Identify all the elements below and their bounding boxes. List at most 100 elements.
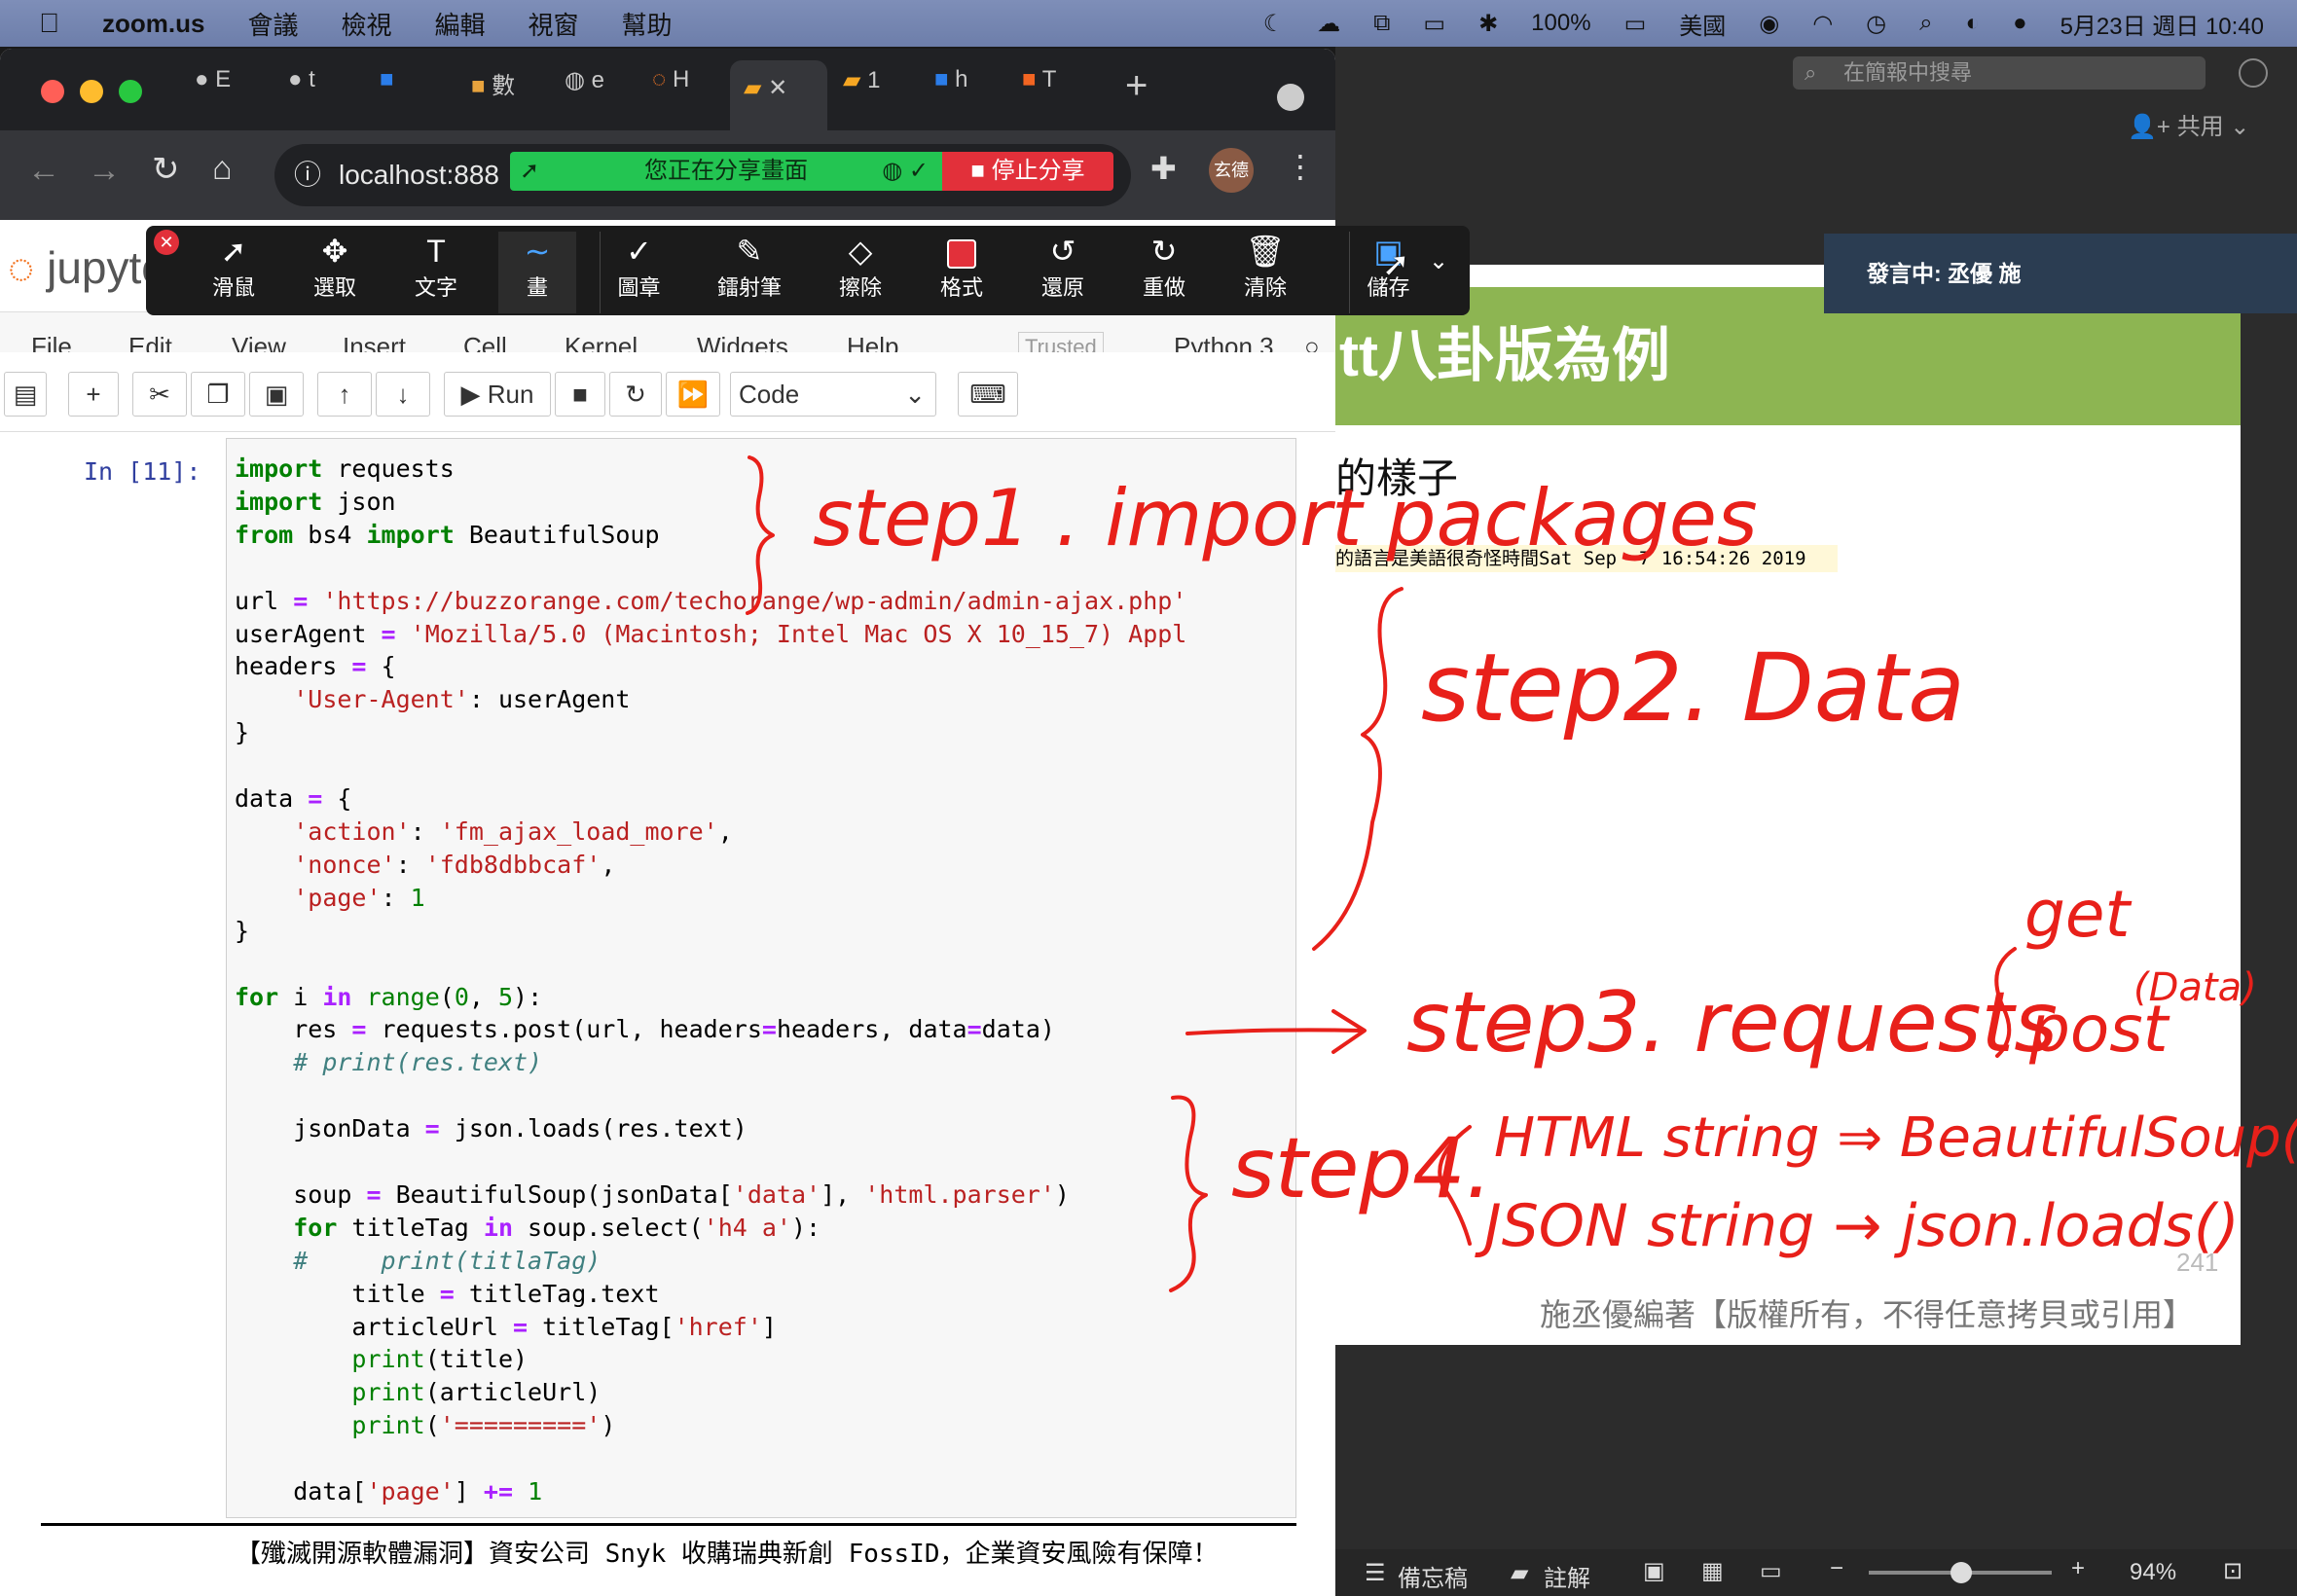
- tab-book[interactable]: ▰ 1: [843, 66, 911, 125]
- run-all-button[interactable]: ⏩: [666, 372, 720, 417]
- arrow-icon: ➚: [520, 158, 540, 184]
- stop-button[interactable]: ■: [555, 372, 605, 417]
- tab-globe[interactable]: ◍ e: [565, 66, 633, 125]
- command-palette-button[interactable]: ⌨: [958, 372, 1018, 417]
- siri-icon[interactable]: ●: [2013, 10, 2027, 37]
- zoom-percent[interactable]: 94%: [2130, 1559, 2176, 1586]
- screens-icon[interactable]: ⧉: [1373, 10, 1390, 37]
- tab-to[interactable]: ■ T: [1022, 66, 1090, 125]
- close-window-icon[interactable]: [41, 80, 64, 103]
- bluetooth-icon[interactable]: ✱: [1478, 10, 1498, 38]
- zoom-out-icon[interactable]: −: [1830, 1555, 1843, 1582]
- close-tab-icon[interactable]: ✕: [768, 75, 787, 101]
- battery-percent[interactable]: 100%: [1531, 10, 1590, 37]
- tab-jupyter[interactable]: ◌ H: [652, 66, 720, 125]
- search-icon[interactable]: ⌕: [1919, 10, 1932, 37]
- tool-format[interactable]: 格式: [923, 232, 1001, 313]
- copy-icon: ❐: [206, 380, 230, 409]
- minimize-window-icon[interactable]: [80, 80, 103, 103]
- new-tab-icon[interactable]: +: [1125, 64, 1148, 108]
- menu-meeting[interactable]: 會議: [247, 6, 298, 42]
- tool-stamp[interactable]: ✓ 圖章: [600, 232, 677, 313]
- speaker-indicator: 發言中: 丞優 施: [1824, 234, 2297, 313]
- paste-button[interactable]: ▣: [249, 372, 304, 417]
- comments-icon[interactable]: ▰: [1511, 1559, 1528, 1587]
- share-status[interactable]: ➚ 您正在分享畫面 ◍ ✓: [510, 152, 942, 191]
- slide: [1335, 265, 2241, 1345]
- menu-view[interactable]: 檢視: [341, 6, 391, 42]
- tab-search-icon[interactable]: [1277, 84, 1304, 111]
- comments-button[interactable]: 註解: [1544, 1559, 1590, 1593]
- back-icon[interactable]: ←: [27, 152, 60, 190]
- slide-search-input[interactable]: ⌕ 在簡報中搜尋: [1793, 56, 2206, 90]
- zoom-in-icon[interactable]: +: [2071, 1555, 2085, 1582]
- presenter-icon[interactable]: ▭: [1760, 1557, 1782, 1585]
- tool-undo[interactable]: ↺ 還原: [1024, 232, 1102, 313]
- slide-heading: 的樣子: [1335, 455, 1459, 501]
- share-label: 共用: [2176, 114, 2224, 140]
- forward-icon[interactable]: →: [88, 152, 121, 190]
- tool-clear[interactable]: 🗑 清除: [1226, 232, 1304, 313]
- notes-icon[interactable]: ☰: [1365, 1559, 1386, 1587]
- browser-menu-icon[interactable]: ⋮: [1285, 148, 1316, 185]
- share-menu[interactable]: 👤+ 共用 ⌄: [2128, 107, 2249, 141]
- tool-select[interactable]: ✥ 選取: [296, 232, 374, 313]
- zoom-slider-knob[interactable]: [1951, 1562, 1972, 1583]
- save-button[interactable]: ▤: [4, 372, 47, 417]
- tool-mouse[interactable]: ➚ 滑鼠: [195, 232, 273, 313]
- cloud-icon[interactable]: ☁: [1317, 10, 1340, 38]
- move-down-button[interactable]: ↓: [376, 372, 430, 417]
- eraser-icon: ◇: [848, 234, 873, 269]
- moon-icon[interactable]: ☾: [1263, 10, 1285, 38]
- input-source[interactable]: 美國: [1679, 7, 1726, 41]
- tool-text[interactable]: T 文字: [397, 232, 475, 313]
- smile-icon[interactable]: [2239, 58, 2268, 88]
- tab-box[interactable]: ■ 數: [471, 66, 539, 125]
- tab-active[interactable]: ▰ ✕: [730, 60, 827, 130]
- control-center-icon[interactable]: ◐: [1966, 10, 1981, 37]
- display-icon[interactable]: ▭: [1423, 10, 1445, 38]
- tool-spotlight[interactable]: ✎ 鐳射筆: [711, 232, 788, 313]
- insert-cell-button[interactable]: +: [68, 372, 119, 417]
- restart-icon: ↻: [625, 380, 646, 409]
- extensions-icon[interactable]: ✚: [1150, 150, 1177, 187]
- timemachine-icon[interactable]: ◷: [1866, 10, 1886, 38]
- cell-type-select[interactable]: Code ⌄: [730, 372, 936, 417]
- grid-view-icon[interactable]: ▦: [1701, 1557, 1724, 1585]
- maximize-window-icon[interactable]: [119, 80, 142, 103]
- move-up-button[interactable]: ↑: [317, 372, 372, 417]
- home-icon[interactable]: ⌂: [212, 150, 233, 188]
- chevron-down-icon[interactable]: ⌄: [1429, 247, 1448, 275]
- code-editor[interactable]: import requests import json from bs4 imp…: [235, 453, 1186, 1508]
- normal-view-icon[interactable]: ▣: [1643, 1557, 1665, 1585]
- tab-github-1[interactable]: ● E: [195, 66, 263, 125]
- fit-icon[interactable]: ⊡: [2223, 1557, 2242, 1585]
- clock[interactable]: 5月23日 週日 10:40: [2060, 7, 2264, 41]
- notes-button[interactable]: 備忘稿: [1398, 1559, 1468, 1593]
- copy-button[interactable]: ❐: [191, 372, 245, 417]
- apple-icon[interactable]: : [39, 8, 59, 39]
- user-icon[interactable]: ◉: [1759, 10, 1779, 38]
- tab-h[interactable]: ■ h: [934, 66, 1003, 125]
- tab-github-2[interactable]: ● t: [288, 66, 356, 125]
- tool-draw[interactable]: ∼ 畫: [498, 232, 576, 313]
- run-button[interactable]: ▶ Run: [444, 372, 551, 417]
- close-annotation-icon[interactable]: ✕: [154, 230, 179, 255]
- slide-footer: 施丞優編著【版權所有，不得任意拷貝或引用】: [1540, 1297, 2195, 1332]
- tool-redo[interactable]: ↻ 重做: [1125, 232, 1203, 313]
- tool-eraser[interactable]: ◇ 擦除: [821, 232, 899, 313]
- battery-icon[interactable]: ▭: [1624, 10, 1647, 38]
- menu-help[interactable]: 幫助: [622, 6, 673, 42]
- wifi-icon[interactable]: ◠: [1812, 10, 1833, 38]
- avatar[interactable]: 玄德: [1209, 148, 1254, 193]
- app-menu[interactable]: zoom.us: [102, 9, 204, 39]
- stop-share-button[interactable]: ■ 停止分享: [942, 152, 1113, 191]
- menu-window[interactable]: 視窗: [529, 6, 579, 42]
- cut-button[interactable]: ✂: [132, 372, 187, 417]
- restart-button[interactable]: ↻: [609, 372, 662, 417]
- menu-edit[interactable]: 編輯: [434, 6, 485, 42]
- text-icon: T: [426, 234, 446, 269]
- zoom-slider[interactable]: [1869, 1562, 2052, 1583]
- tab-blue[interactable]: ■: [380, 66, 448, 125]
- reload-icon[interactable]: ↻: [152, 150, 180, 189]
